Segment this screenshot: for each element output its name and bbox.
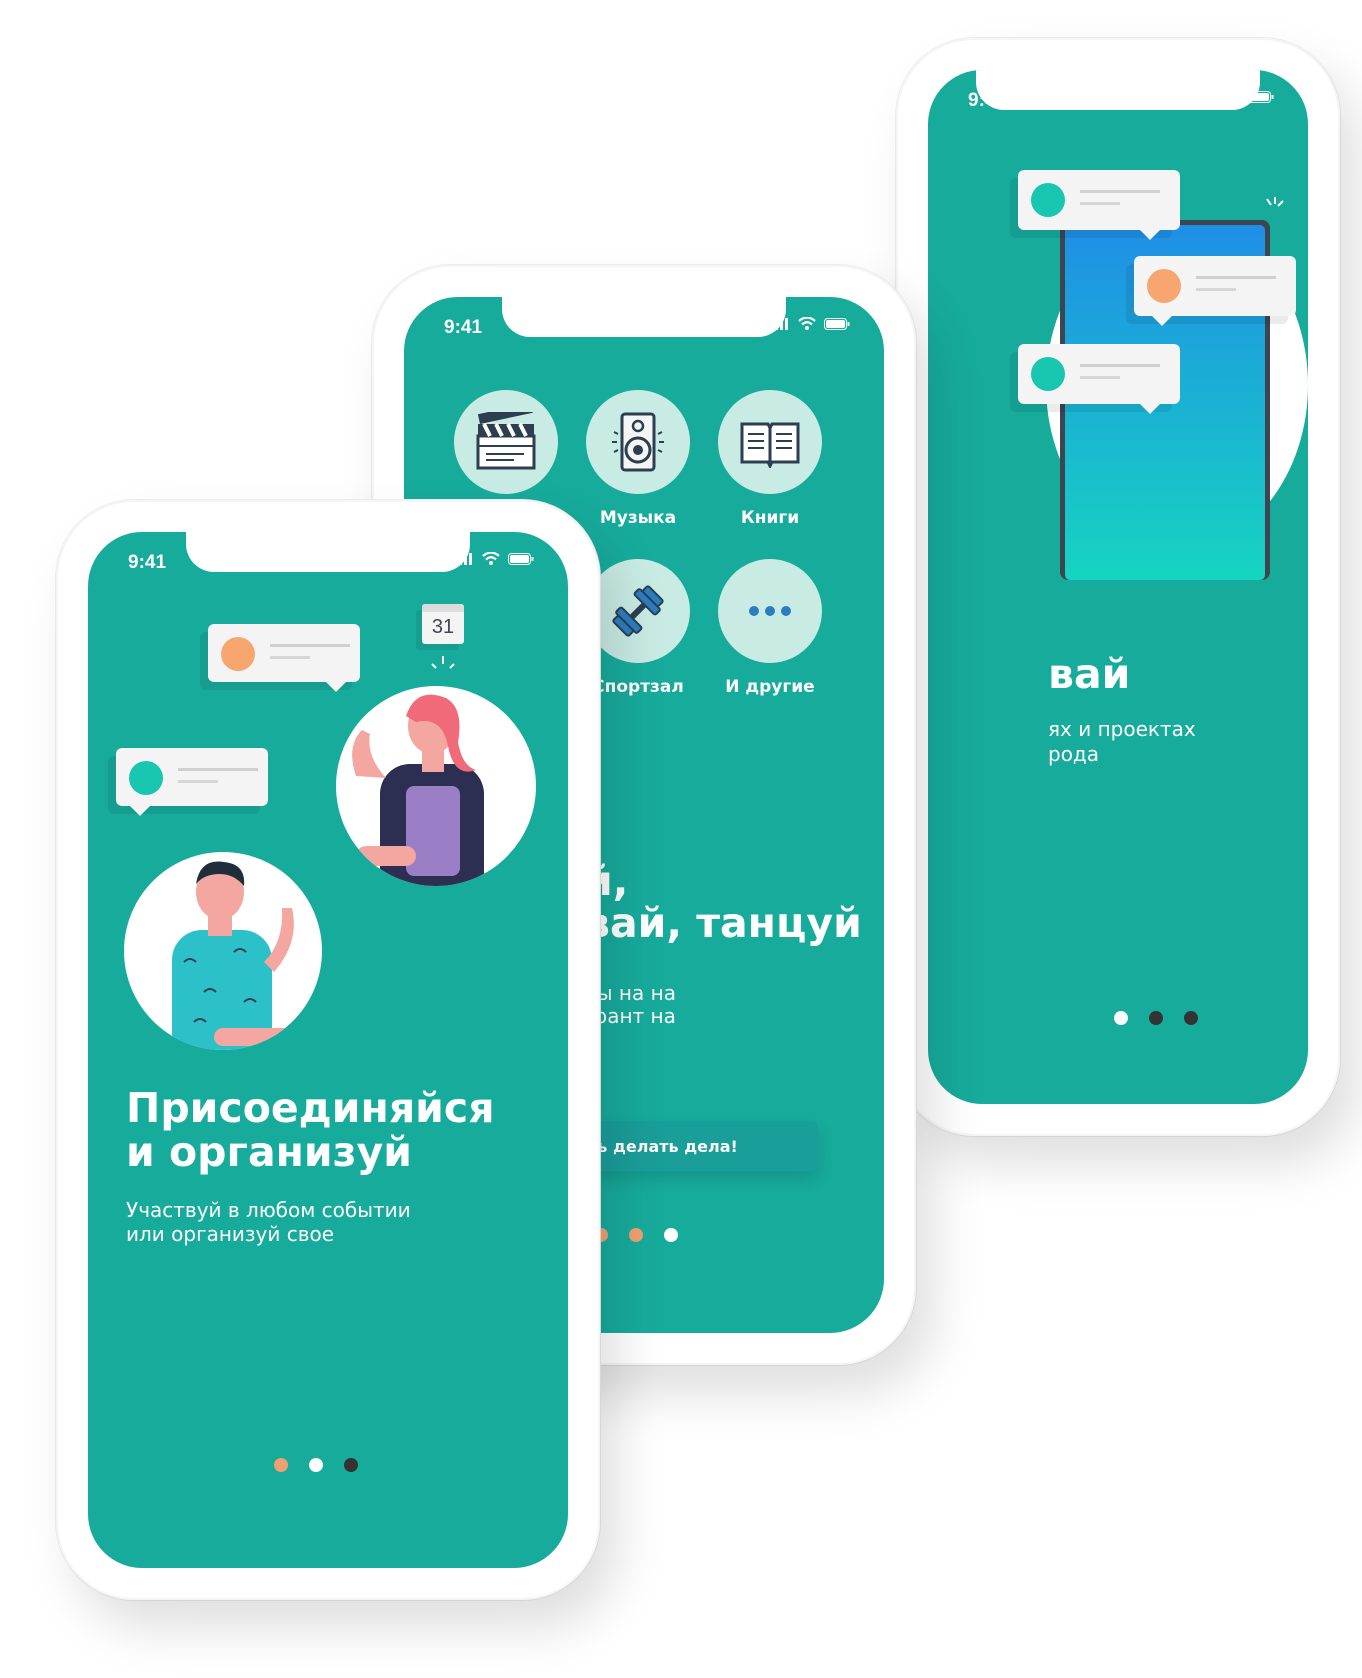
subtitle-line-2: рода xyxy=(1048,742,1100,766)
status-time: 9:41 xyxy=(968,90,1007,111)
status-time: 9:41 xyxy=(128,552,167,573)
page-dot[interactable] xyxy=(309,1458,323,1472)
wifi-icon xyxy=(798,317,816,330)
avatar-man xyxy=(124,852,322,1050)
dumbbell-icon xyxy=(612,585,664,637)
subtitle-line-2: или организуй свое xyxy=(126,1222,335,1246)
chat-bubble xyxy=(208,624,360,692)
headline-line-1: Присоединяйся xyxy=(126,1084,495,1132)
category-label: Книги xyxy=(740,508,800,528)
page-dot[interactable] xyxy=(344,1458,358,1472)
status-icons xyxy=(770,317,850,330)
page-dots xyxy=(1114,1011,1198,1025)
wifi-icon xyxy=(1222,90,1240,103)
page-dots xyxy=(274,1458,358,1472)
book-icon xyxy=(740,422,800,468)
subtitle-line-1: ях и проектах xyxy=(1048,717,1196,741)
man-illustration xyxy=(172,861,294,1050)
notch xyxy=(186,532,470,572)
phone-front: 9:41 31 Присоединяйся и организуй Участв… xyxy=(56,500,600,1600)
user-avatar-icon xyxy=(1031,183,1065,217)
subtitle-line-1: Участвуй в любом событии xyxy=(126,1198,411,1222)
battery-icon xyxy=(824,317,850,330)
chat-bubble xyxy=(1018,344,1180,414)
notch xyxy=(502,297,786,337)
category-circle xyxy=(454,390,558,494)
page-dot[interactable] xyxy=(1149,1011,1163,1025)
phone-front-screen: 9:41 31 Присоединяйся и организуй Участв… xyxy=(88,532,568,1568)
chat-bubble xyxy=(116,748,268,816)
category-books[interactable]: Книги xyxy=(710,390,830,528)
chat-bubble xyxy=(1018,170,1180,240)
user-avatar-icon xyxy=(1031,357,1065,391)
speaker-icon xyxy=(612,412,664,472)
wifi-icon xyxy=(482,552,500,565)
woman-illustration xyxy=(352,694,484,886)
status-icons xyxy=(454,552,534,565)
battery-icon xyxy=(1248,90,1274,103)
calendar-icon: 31 xyxy=(422,604,464,644)
phone-right: 9:41 вай ях и проектах рода xyxy=(896,38,1340,1136)
headline: вай xyxy=(1048,650,1131,698)
category-circle xyxy=(718,559,822,663)
page-dot[interactable] xyxy=(664,1228,678,1242)
category-circle xyxy=(586,390,690,494)
cta-label: ть делать дела! xyxy=(588,1136,738,1156)
user-avatar-icon xyxy=(129,761,163,795)
category-label: Музыка xyxy=(599,508,677,528)
calendar-day: 31 xyxy=(431,616,455,638)
phone-right-screen: 9:41 вай ях и проектах рода xyxy=(928,70,1308,1104)
headline-line-2: вай, танцуй xyxy=(584,899,862,947)
battery-icon xyxy=(508,552,534,565)
status-icons xyxy=(1194,90,1274,103)
category-circle xyxy=(718,390,822,494)
page-dot[interactable] xyxy=(274,1458,288,1472)
more-dots-icon xyxy=(749,606,791,616)
avatar-woman xyxy=(336,686,536,886)
page-dots xyxy=(594,1228,678,1242)
category-circle xyxy=(586,559,690,663)
sparkle-icon xyxy=(431,656,455,669)
sparkle-icon xyxy=(1266,197,1284,207)
page-dot[interactable] xyxy=(1184,1011,1198,1025)
cta-button[interactable]: ть делать дела! xyxy=(564,1121,818,1171)
signal-icon xyxy=(454,552,472,565)
status-time: 9:41 xyxy=(444,317,483,338)
user-avatar-icon xyxy=(1147,269,1181,303)
clapperboard-icon xyxy=(476,412,536,470)
chat-bubble xyxy=(1134,256,1296,326)
user-avatar-icon xyxy=(221,637,255,671)
page-dot[interactable] xyxy=(1114,1011,1128,1025)
headline-line-2: и организуй xyxy=(126,1128,412,1176)
signal-icon xyxy=(770,317,788,330)
category-label: И другие xyxy=(725,677,815,697)
category-other[interactable]: И другие xyxy=(710,559,830,697)
signal-icon xyxy=(1194,90,1212,103)
page-dot[interactable] xyxy=(629,1228,643,1242)
category-music[interactable]: Музыка xyxy=(578,390,698,528)
category-cinema[interactable] xyxy=(446,390,566,508)
